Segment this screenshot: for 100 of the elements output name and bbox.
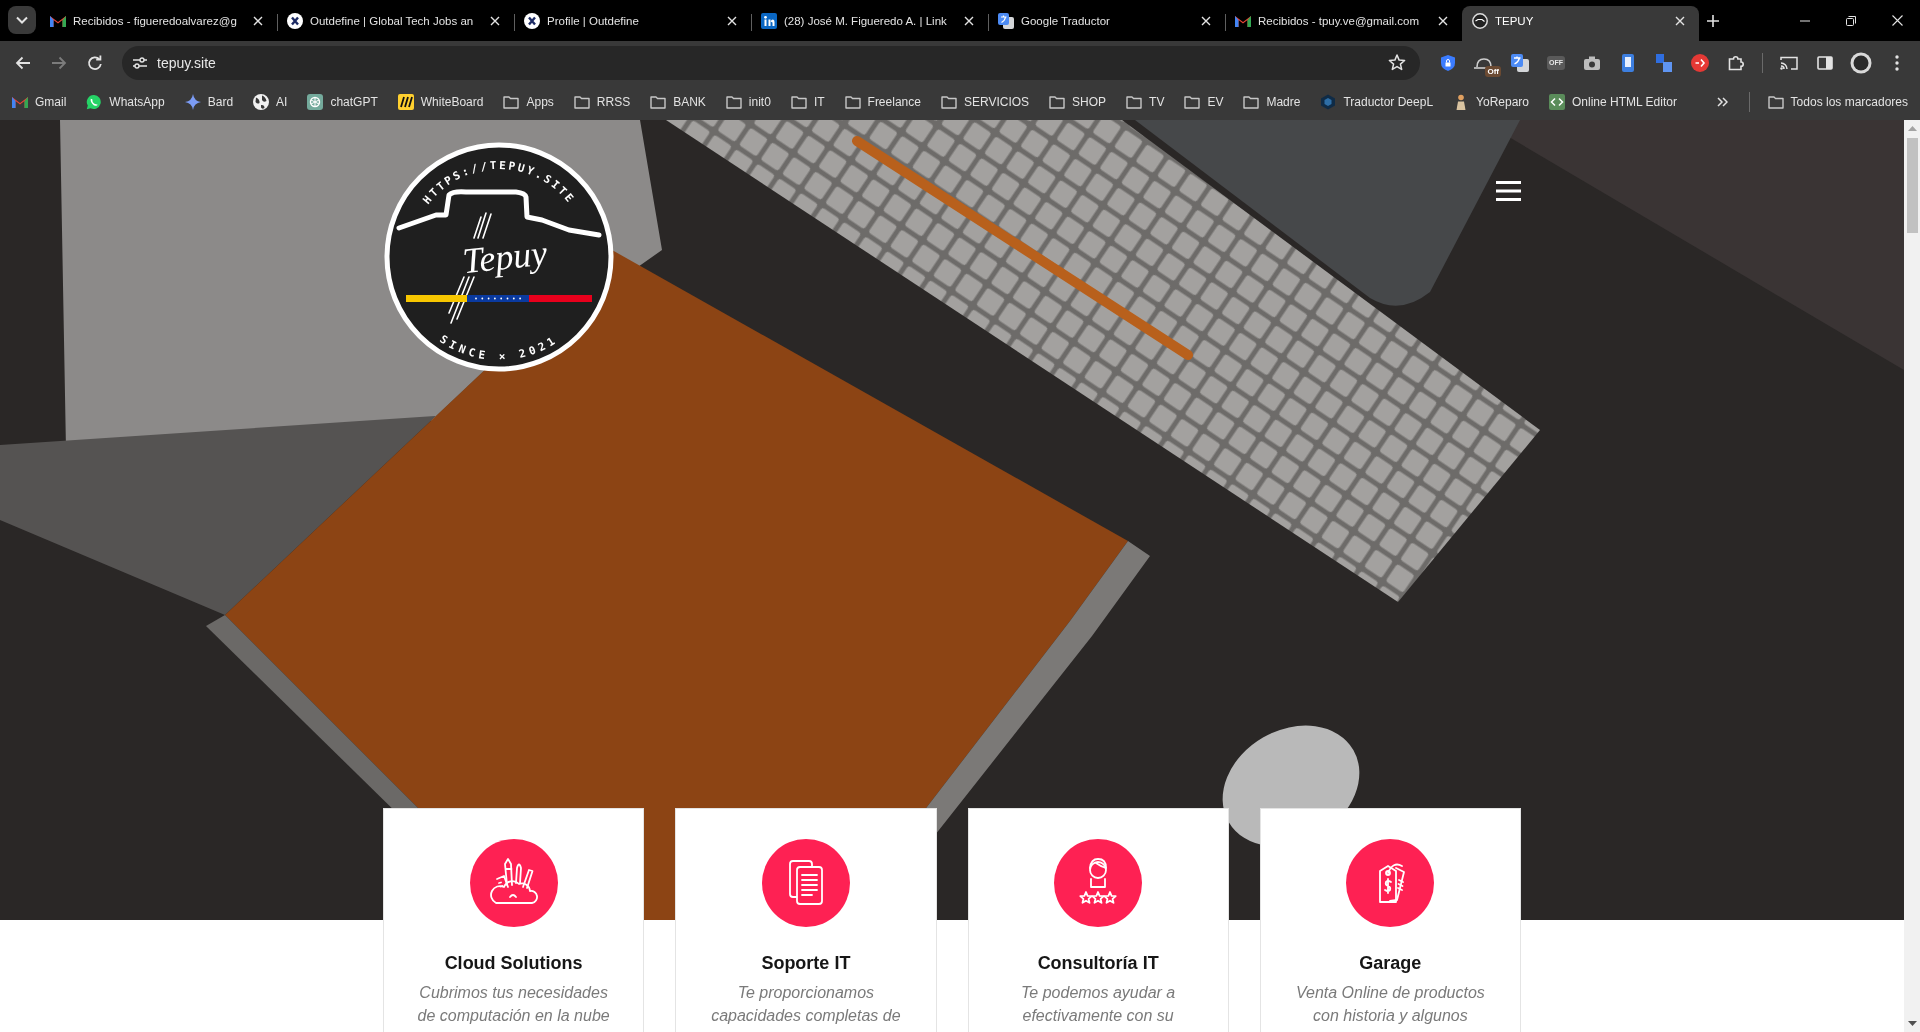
menu-icon[interactable] xyxy=(1496,181,1521,201)
folder-icon xyxy=(940,95,957,109)
bookmark-item[interactable]: Bard xyxy=(178,88,240,116)
bookmark-item[interactable]: EV xyxy=(1178,88,1230,116)
puzzle-icon[interactable] xyxy=(1728,54,1744,71)
bookmark-item[interactable]: Todos los marcadores xyxy=(1761,88,1914,116)
tab-search-button[interactable] xyxy=(8,6,36,34)
shield-icon[interactable] xyxy=(1440,53,1456,72)
extension-badge: Off xyxy=(1485,65,1501,77)
price-tag-icon xyxy=(1346,839,1435,927)
cast-icon[interactable] xyxy=(1780,55,1798,70)
logo-wordmark: Tepuy xyxy=(460,232,549,282)
url-text: tepuy.site xyxy=(157,54,216,71)
folder-icon xyxy=(790,95,807,109)
browser-tab[interactable]: Profile | Outdefine xyxy=(514,6,751,41)
globe-icon xyxy=(253,94,270,110)
camera-icon[interactable] xyxy=(1583,55,1601,70)
cross-circle-icon xyxy=(287,12,303,29)
service-title: Garage xyxy=(1359,952,1422,975)
close-icon[interactable] xyxy=(253,15,263,26)
avatar-icon[interactable] xyxy=(1850,51,1872,74)
bookmark-item[interactable]: Gmail xyxy=(6,88,73,116)
folder-icon xyxy=(844,95,861,109)
reload-icon[interactable] xyxy=(87,54,103,71)
back-arrow-icon[interactable] xyxy=(15,55,31,70)
hexagon-icon xyxy=(1320,94,1337,110)
bookmark-item[interactable]: Freelance xyxy=(838,88,927,116)
close-icon[interactable] xyxy=(1438,15,1448,26)
translate-icon xyxy=(998,12,1014,29)
browser-tab[interactable]: Recibidos - tpuy.ve@gmail.com xyxy=(1225,6,1462,41)
person-stars-icon xyxy=(1054,839,1143,927)
close-icon[interactable] xyxy=(1201,15,1211,26)
folder-icon xyxy=(1126,95,1143,109)
close-icon[interactable] xyxy=(1891,15,1903,26)
bookmark-item[interactable]: SHOP xyxy=(1043,88,1113,116)
envelope-icon xyxy=(50,14,66,27)
browser-tab[interactable]: Recibidos - figueredoalvarez@g xyxy=(40,6,277,41)
bookmark-item[interactable]: IT xyxy=(784,88,831,116)
folder-icon xyxy=(503,95,520,109)
mobile-icon[interactable] xyxy=(1622,53,1634,72)
folder-icon xyxy=(1767,95,1784,109)
browser-tab[interactable]: Google Traductor xyxy=(988,6,1225,41)
code-icon xyxy=(1549,94,1565,110)
browser-tab[interactable]: Outdefine | Global Tech Jobs an xyxy=(277,6,514,41)
translate-icon[interactable] xyxy=(1511,53,1529,72)
bookmark-item[interactable]: AI xyxy=(247,88,294,116)
scrollbar-thumb[interactable] xyxy=(1906,138,1918,233)
bookmark-item[interactable]: BANK xyxy=(644,88,712,116)
bookmark-item[interactable]: Apps xyxy=(497,88,560,116)
close-icon[interactable] xyxy=(727,15,737,26)
envelope-icon xyxy=(1235,14,1251,27)
folder-icon xyxy=(1049,95,1066,109)
chevron-down-icon xyxy=(16,16,28,24)
service-description: Te podemos ayudar a efectivamente con su xyxy=(1021,983,1176,1026)
folder-icon xyxy=(573,95,590,109)
bookmark-item[interactable]: chatGPT xyxy=(301,88,384,116)
bookmark-item[interactable]: WhatsApp xyxy=(80,88,171,116)
service-description: Cubrimos tus necesidades de computación en la nube xyxy=(417,983,610,1026)
bookmark-item[interactable]: Online HTML Editor xyxy=(1543,88,1683,116)
circle-mark-icon[interactable] xyxy=(1691,53,1709,72)
close-icon[interactable] xyxy=(964,15,974,26)
folder-icon xyxy=(1243,95,1260,109)
restore-icon[interactable] xyxy=(1846,15,1856,26)
caret-down-icon[interactable] xyxy=(1907,1021,1917,1026)
double-chevron-icon[interactable] xyxy=(1717,97,1729,107)
stacked-squares-icon[interactable] xyxy=(1656,53,1672,72)
documents-icon xyxy=(761,839,850,927)
bookmark-item[interactable]: RRSS xyxy=(567,88,637,116)
bookmark-item[interactable]: YoReparo xyxy=(1447,88,1535,116)
star-icon[interactable] xyxy=(1388,54,1406,71)
address-field[interactable]: tepuy.site xyxy=(122,45,1420,80)
browser-tab[interactable]: TEPUY xyxy=(1462,6,1699,41)
bookmark-item[interactable]: init0 xyxy=(719,88,777,116)
cap-icon[interactable] xyxy=(1474,56,1494,69)
side-panel-icon[interactable] xyxy=(1817,55,1833,70)
cloud-tools-icon xyxy=(469,839,558,927)
bookmark-item[interactable]: Madre xyxy=(1237,88,1307,116)
service-title: Cloud Solutions xyxy=(444,952,583,975)
folder-icon xyxy=(1184,95,1201,109)
close-icon[interactable] xyxy=(490,15,500,26)
sparkle-icon xyxy=(184,94,201,110)
square-tile-icon xyxy=(761,12,777,29)
folder-icon xyxy=(650,95,667,109)
service-description: Venta Online de productos con historia y algunos xyxy=(1295,983,1485,1026)
striped-tile-icon xyxy=(397,94,414,110)
minimize-icon[interactable] xyxy=(1800,19,1810,22)
chat-bubble-icon xyxy=(86,94,103,110)
scrollbar[interactable] xyxy=(1904,120,1920,1032)
tune-icon[interactable] xyxy=(132,56,148,69)
knot-tile-icon xyxy=(307,94,324,110)
envelope-icon xyxy=(12,96,28,108)
bookmark-item[interactable]: SERVICIOS xyxy=(934,88,1036,116)
bookmark-item[interactable]: WhiteBoard xyxy=(391,88,490,116)
close-icon[interactable] xyxy=(1675,15,1685,26)
more-options-icon[interactable] xyxy=(1895,54,1899,71)
browser-tab[interactable]: (28) José M. Figueredo A. | Link xyxy=(751,6,988,41)
plus-icon[interactable] xyxy=(1707,15,1719,27)
bookmark-item[interactable]: TV xyxy=(1120,88,1171,116)
bookmark-item[interactable]: Traductor DeepL xyxy=(1314,88,1440,116)
service-title: Soporte IT xyxy=(761,952,851,975)
